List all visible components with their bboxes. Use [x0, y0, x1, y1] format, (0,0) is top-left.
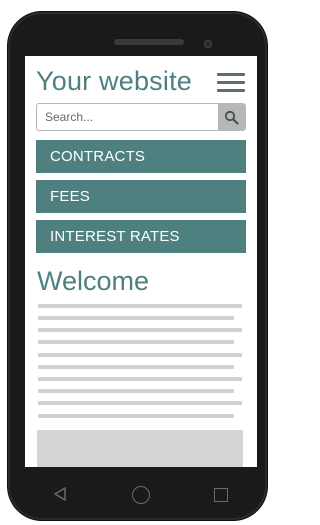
search-button[interactable] — [218, 104, 245, 130]
text-placeholder-line — [38, 328, 242, 332]
menu-bar — [217, 89, 245, 92]
nav-item-fees[interactable]: FEES — [36, 180, 246, 213]
nav-item-interest-rates[interactable]: INTEREST RATES — [36, 220, 246, 253]
text-placeholder-line — [38, 316, 234, 320]
back-icon[interactable] — [53, 486, 67, 502]
nav-item-contracts[interactable]: CONTRACTS — [36, 140, 246, 173]
text-placeholder-line — [38, 414, 234, 418]
site-title: Your website — [36, 66, 193, 96]
image-placeholder — [37, 430, 243, 467]
search-icon — [224, 110, 239, 125]
menu-bar — [217, 81, 245, 84]
search-input[interactable] — [37, 104, 217, 130]
text-placeholder-line — [38, 304, 242, 308]
text-placeholder-line — [38, 340, 234, 344]
text-placeholder-line — [38, 365, 234, 369]
welcome-heading: Welcome — [37, 266, 150, 296]
text-placeholder-line — [38, 401, 242, 405]
phone-speaker — [114, 39, 184, 45]
phone-screen: Your website CONTRACTS FEES INTEREST RAT… — [25, 56, 257, 467]
site-header: Your website — [36, 66, 246, 98]
text-placeholder-line — [38, 353, 242, 357]
recent-apps-icon[interactable] — [214, 488, 228, 502]
hamburger-menu-icon[interactable] — [217, 71, 245, 93]
android-nav-bar — [25, 467, 257, 520]
menu-bar — [217, 73, 245, 76]
text-placeholder-line — [38, 389, 234, 393]
search-box — [36, 103, 246, 131]
home-icon[interactable] — [132, 486, 150, 504]
text-placeholder-line — [38, 377, 242, 381]
phone-camera — [204, 40, 212, 48]
